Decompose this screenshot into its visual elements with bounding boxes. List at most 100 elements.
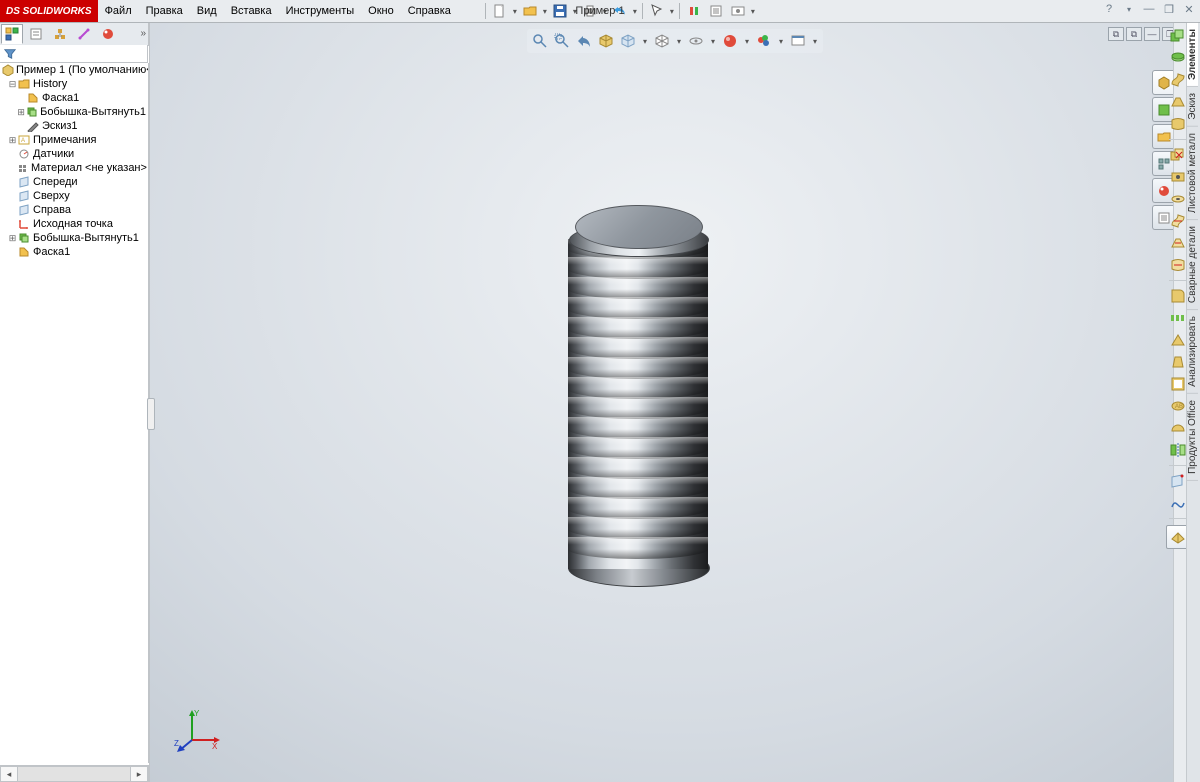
tree-origin[interactable]: Исходная точка [0, 217, 148, 231]
material-icon [17, 161, 29, 175]
chamfer-icon [26, 91, 40, 105]
cmd-tab-features[interactable]: Элементы [1187, 23, 1198, 87]
orientation-dropdown-icon[interactable]: ▾ [641, 37, 649, 46]
cmd-tab-evaluate[interactable]: Анализировать [1187, 310, 1198, 394]
tree-feature-chamfer[interactable]: Фаска1 [0, 245, 148, 259]
folder-icon [17, 77, 31, 91]
cmd-tab-weldments[interactable]: Сварные детали [1187, 220, 1198, 310]
fm-tab-display[interactable] [97, 24, 119, 44]
tree-history-item[interactable]: ⊞ Бобышка-Вытянуть1 [0, 105, 148, 119]
minimize-button[interactable]: — [1141, 2, 1157, 16]
expand-icon[interactable]: ⊞ [8, 135, 17, 146]
window-controls: ? ▾ — ❐ ✕ [1101, 2, 1197, 16]
orientation-triad[interactable]: Y X Z [174, 706, 220, 752]
display-dropdown-icon[interactable]: ▾ [675, 37, 683, 46]
collapse-icon[interactable]: ⊟ [8, 79, 17, 90]
feature-manager-tree: Пример 1 (По умолчанию< ⊟ History Фаска1… [0, 63, 149, 763]
feature-manager-tabs: » [0, 23, 149, 46]
tree-item-label: Фаска1 [33, 246, 70, 258]
display-style-icon[interactable] [653, 32, 671, 50]
tree-root-label: Пример 1 (По умолчанию< [16, 64, 149, 76]
view-orientation-icon[interactable] [619, 32, 637, 50]
menu-edit[interactable]: Правка [139, 0, 190, 22]
hide-show-icon[interactable] [687, 32, 705, 50]
fm-tabs-overflow-icon[interactable]: » [140, 28, 146, 39]
edit-appearance-icon[interactable] [721, 32, 739, 50]
menu-insert[interactable]: Вставка [224, 0, 279, 22]
command-manager: AB Элементы Эскиз Листовой металл Сварны… [1173, 23, 1200, 782]
triad-y-label: Y [194, 709, 200, 718]
tree-annotations[interactable]: ⊞ A Примечания [0, 133, 148, 147]
tree-item-label: Сверху [33, 190, 70, 202]
tree-sensors[interactable]: Датчики [0, 147, 148, 161]
expand-icon[interactable]: ⊞ [8, 233, 17, 244]
help-dropdown-icon[interactable]: ▾ [1121, 2, 1137, 16]
fm-tab-property[interactable] [25, 24, 47, 44]
tree-plane-top[interactable]: Сверху [0, 189, 148, 203]
menu-tools[interactable]: Инструменты [279, 0, 362, 22]
help-icon[interactable]: ? [1101, 2, 1117, 16]
plane-icon [17, 189, 31, 203]
svg-text:A: A [21, 138, 25, 144]
origin-icon [17, 217, 31, 231]
tree-item-label: Примечания [33, 134, 97, 146]
menu-view[interactable]: Вид [190, 0, 224, 22]
cmd-tab-sheetmetal[interactable]: Листовой металл [1187, 127, 1198, 220]
mdi-prev-icon[interactable]: ⧉ [1108, 27, 1124, 41]
tree-item-label: Датчики [33, 148, 74, 160]
section-view-icon[interactable] [597, 32, 615, 50]
plane-icon [17, 203, 31, 217]
previous-view-icon[interactable] [575, 32, 593, 50]
capture-dropdown-icon[interactable]: ▾ [749, 7, 757, 16]
tree-history[interactable]: ⊟ History [0, 77, 148, 91]
plane-icon [17, 175, 31, 189]
svg-text:AB: AB [1175, 404, 1183, 410]
scroll-track[interactable] [18, 766, 130, 782]
cmd-tab-sketch[interactable]: Эскиз [1187, 87, 1198, 127]
menu-window[interactable]: Окно [361, 0, 401, 22]
fm-tab-config[interactable] [49, 24, 71, 44]
panel-scrollbar[interactable]: ◂ ▸ [0, 765, 149, 782]
zoom-fit-icon[interactable] [531, 32, 549, 50]
menu-file[interactable]: Файл [98, 0, 139, 22]
tree-material[interactable]: Материал <не указан> [0, 161, 148, 175]
panel-drag-handle[interactable] [147, 398, 155, 430]
tree-history-item[interactable]: Эскиз1 [0, 119, 148, 133]
triad-z-label: Z [174, 739, 179, 748]
mdi-next-icon[interactable]: ⧉ [1126, 27, 1142, 41]
tree-history-item[interactable]: Фаска1 [0, 91, 148, 105]
sketch-icon [26, 119, 40, 133]
tree-plane-right[interactable]: Справа [0, 203, 148, 217]
annotations-icon: A [17, 133, 31, 147]
scroll-left-icon[interactable]: ◂ [0, 766, 18, 782]
close-button[interactable]: ✕ [1181, 2, 1197, 16]
zoom-area-icon[interactable] [553, 32, 571, 50]
mdi-minimize-icon[interactable]: — [1144, 27, 1160, 41]
settings-dropdown-icon[interactable]: ▾ [811, 37, 819, 46]
apply-scene-icon[interactable] [755, 32, 773, 50]
menu-bar: DS SOLIDWORKS Файл Правка Вид Вставка Ин… [0, 0, 1200, 23]
sensors-icon [17, 147, 31, 161]
tree-root[interactable]: Пример 1 (По умолчанию< [0, 63, 148, 77]
model-3d-part[interactable] [568, 205, 708, 587]
tree-feature-extrude[interactable]: ⊞ Бобышка-Вытянуть1 [0, 231, 148, 245]
extrude-icon [25, 105, 38, 119]
fm-filter-bar[interactable] [0, 45, 148, 63]
fm-tab-dimxpert[interactable] [73, 24, 95, 44]
hideshow-dropdown-icon[interactable]: ▾ [709, 37, 717, 46]
chamfer-icon [17, 245, 31, 259]
fm-tab-tree[interactable] [1, 24, 23, 44]
scroll-right-icon[interactable]: ▸ [130, 766, 148, 782]
extrude-icon [17, 231, 31, 245]
appearance-dropdown-icon[interactable]: ▾ [743, 37, 751, 46]
cmd-tab-office[interactable]: Продукты Office [1187, 394, 1198, 481]
graphics-viewport[interactable]: ▾ ▾ ▾ ▾ ▾ ▾ ⧉ ⧉ — ❐ ✕ Y X Z [149, 23, 1200, 782]
command-manager-tabs: Элементы Эскиз Листовой металл Сварные д… [1186, 23, 1200, 782]
expand-icon[interactable]: ⊞ [17, 107, 25, 118]
menu-items: Файл Правка Вид Вставка Инструменты Окно… [98, 0, 472, 22]
tree-plane-front[interactable]: Спереди [0, 175, 148, 189]
view-settings-icon[interactable] [789, 32, 807, 50]
scene-dropdown-icon[interactable]: ▾ [777, 37, 785, 46]
tree-item-label: Эскиз1 [42, 120, 78, 132]
restore-button[interactable]: ❐ [1161, 2, 1177, 16]
